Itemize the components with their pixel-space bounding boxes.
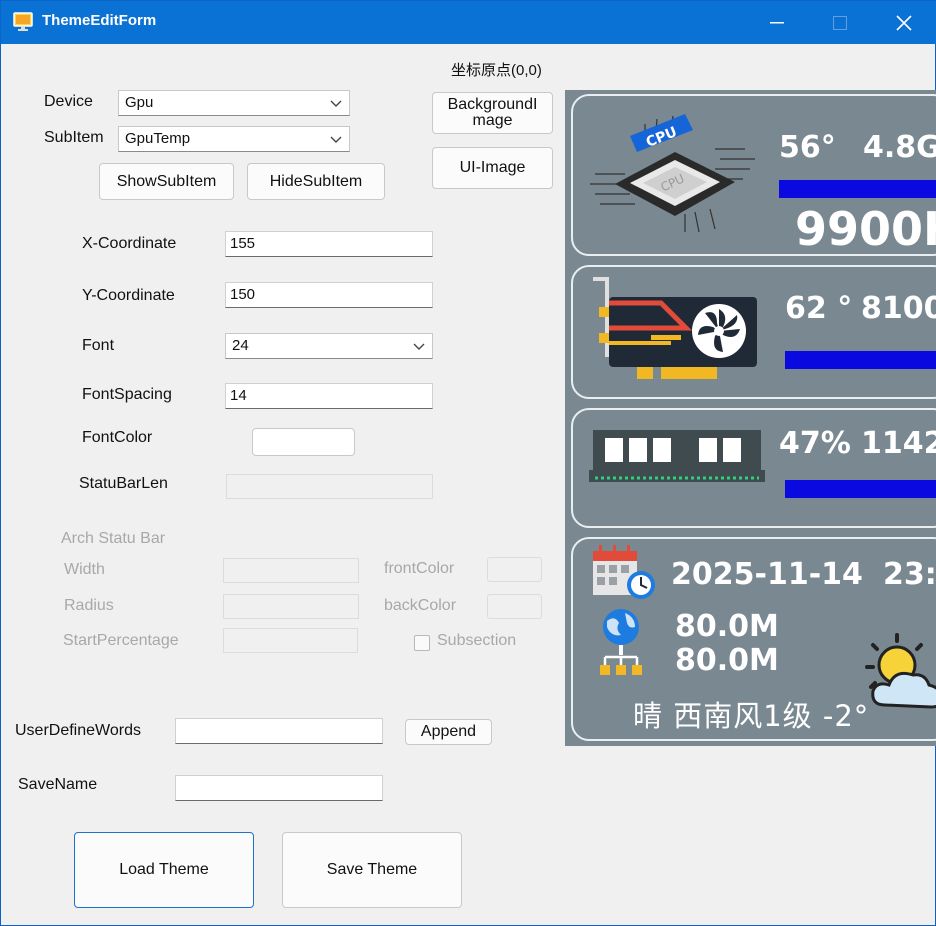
- cpu-freq: 4.8GH: [863, 130, 936, 165]
- fontcolor-swatch-button[interactable]: [252, 428, 355, 456]
- minimize-button[interactable]: [746, 1, 808, 44]
- gpu-panel: 62 ° 8100: [571, 265, 936, 399]
- title-bar: ThemeEditForm: [1, 1, 936, 44]
- maximize-button: [809, 1, 871, 44]
- cpu-panel: CPU CPU 56° 4.8GH 9900K: [571, 94, 936, 256]
- ram-usage-bar: [785, 480, 936, 498]
- net-upload: 80.0M: [675, 609, 779, 644]
- time-text: 23:: [883, 557, 936, 592]
- frontcolor-label: frontColor: [384, 560, 455, 577]
- subsection-checkbox: [414, 635, 430, 651]
- backcolor-label: backColor: [384, 597, 457, 614]
- font-select[interactable]: 24: [225, 333, 433, 359]
- device-label: Device: [44, 93, 93, 110]
- window-title: ThemeEditForm: [42, 12, 157, 29]
- subitem-select-value: GpuTemp: [125, 130, 191, 147]
- cpu-model: 9900K: [795, 202, 936, 256]
- userdefinewords-input[interactable]: [175, 718, 383, 744]
- subitem-select[interactable]: GpuTemp: [118, 126, 350, 152]
- info-panel: 2025-11-14 23: 80.0M 80.0M 晴 西南风1级 -2°: [571, 537, 936, 741]
- savename-label: SaveName: [18, 776, 98, 793]
- append-button[interactable]: Append: [405, 719, 492, 745]
- userdefinewords-label: UserDefineWords: [15, 722, 141, 739]
- theme-preview: CPU CPU 56° 4.8GH 9900K: [565, 90, 936, 746]
- arch-startpercentage-label: StartPercentage: [63, 632, 179, 649]
- svg-text:CPU: CPU: [644, 124, 680, 151]
- device-select-value: Gpu: [125, 94, 154, 111]
- subitem-label: SubItem: [44, 129, 104, 146]
- statubarlen-input: [226, 474, 433, 499]
- device-select[interactable]: Gpu: [118, 90, 350, 116]
- hide-subitem-button[interactable]: HideSubItem: [247, 163, 385, 200]
- subsection-label: Subsection: [437, 632, 517, 649]
- minimize-icon: [770, 21, 784, 23]
- app-monitor-icon: [13, 12, 33, 31]
- x-coordinate-input[interactable]: 155: [225, 231, 433, 257]
- origin-label: 坐标原点(0,0): [451, 62, 542, 79]
- theme-edit-window: ThemeEditForm 坐标原点(0,0) Device Gpu SubIt…: [0, 0, 936, 926]
- chevron-down-icon: [330, 100, 342, 107]
- font-select-value: 24: [232, 337, 249, 354]
- date-text: 2025-11-14: [671, 557, 863, 592]
- maximize-icon: [833, 15, 847, 30]
- close-icon: [896, 14, 912, 31]
- ram-panel: 47% 11424: [571, 408, 936, 528]
- ram-usage: 47%: [779, 426, 851, 461]
- savename-input[interactable]: [175, 775, 383, 801]
- fontspacing-label: FontSpacing: [82, 386, 172, 403]
- close-button[interactable]: [873, 1, 935, 44]
- ui-image-button[interactable]: UI-Image: [432, 147, 553, 189]
- calendar-clock-icon: [593, 545, 655, 599]
- fontspacing-input[interactable]: 14: [225, 383, 433, 409]
- show-subitem-button[interactable]: ShowSubItem: [99, 163, 234, 200]
- gpu-freq: 8100: [861, 291, 936, 326]
- y-coordinate-label: Y-Coordinate: [82, 287, 175, 304]
- arch-width-label: Width: [64, 561, 105, 578]
- font-label: Font: [82, 337, 115, 354]
- gpu-temp: 62 °: [785, 291, 853, 326]
- arch-radius-label: Radius: [64, 597, 114, 614]
- ram-amount: 11424: [861, 426, 936, 461]
- x-coordinate-label: X-Coordinate: [82, 235, 177, 252]
- frontcolor-swatch: [487, 557, 542, 582]
- ram-stick-icon: [589, 430, 765, 482]
- chevron-down-icon: [330, 136, 342, 143]
- save-theme-button[interactable]: Save Theme: [282, 832, 462, 908]
- chevron-down-icon: [413, 343, 425, 350]
- backcolor-swatch: [487, 594, 542, 619]
- load-theme-button[interactable]: Load Theme: [74, 832, 254, 908]
- net-download: 80.0M: [675, 643, 779, 678]
- weather-text: 晴 西南风1级 -2°: [633, 699, 870, 733]
- y-coordinate-input[interactable]: 150: [225, 282, 433, 308]
- cpu-chip-icon: CPU CPU: [590, 114, 755, 233]
- gpu-usage-bar: [785, 351, 936, 369]
- network-globe-icon: [600, 609, 642, 675]
- statubarlen-label: StatuBarLen: [79, 475, 168, 492]
- arch-statu-bar-title: Arch Statu Bar: [61, 530, 166, 547]
- arch-startpercentage-input: [223, 628, 358, 653]
- cpu-usage-bar: [779, 180, 936, 198]
- gpu-card-icon: [593, 277, 757, 379]
- background-image-button[interactable]: BackgroundI mage: [432, 92, 553, 134]
- fontcolor-label: FontColor: [82, 429, 153, 446]
- arch-width-input: [223, 558, 359, 583]
- arch-radius-input: [223, 594, 359, 619]
- cpu-temp: 56°: [779, 130, 836, 165]
